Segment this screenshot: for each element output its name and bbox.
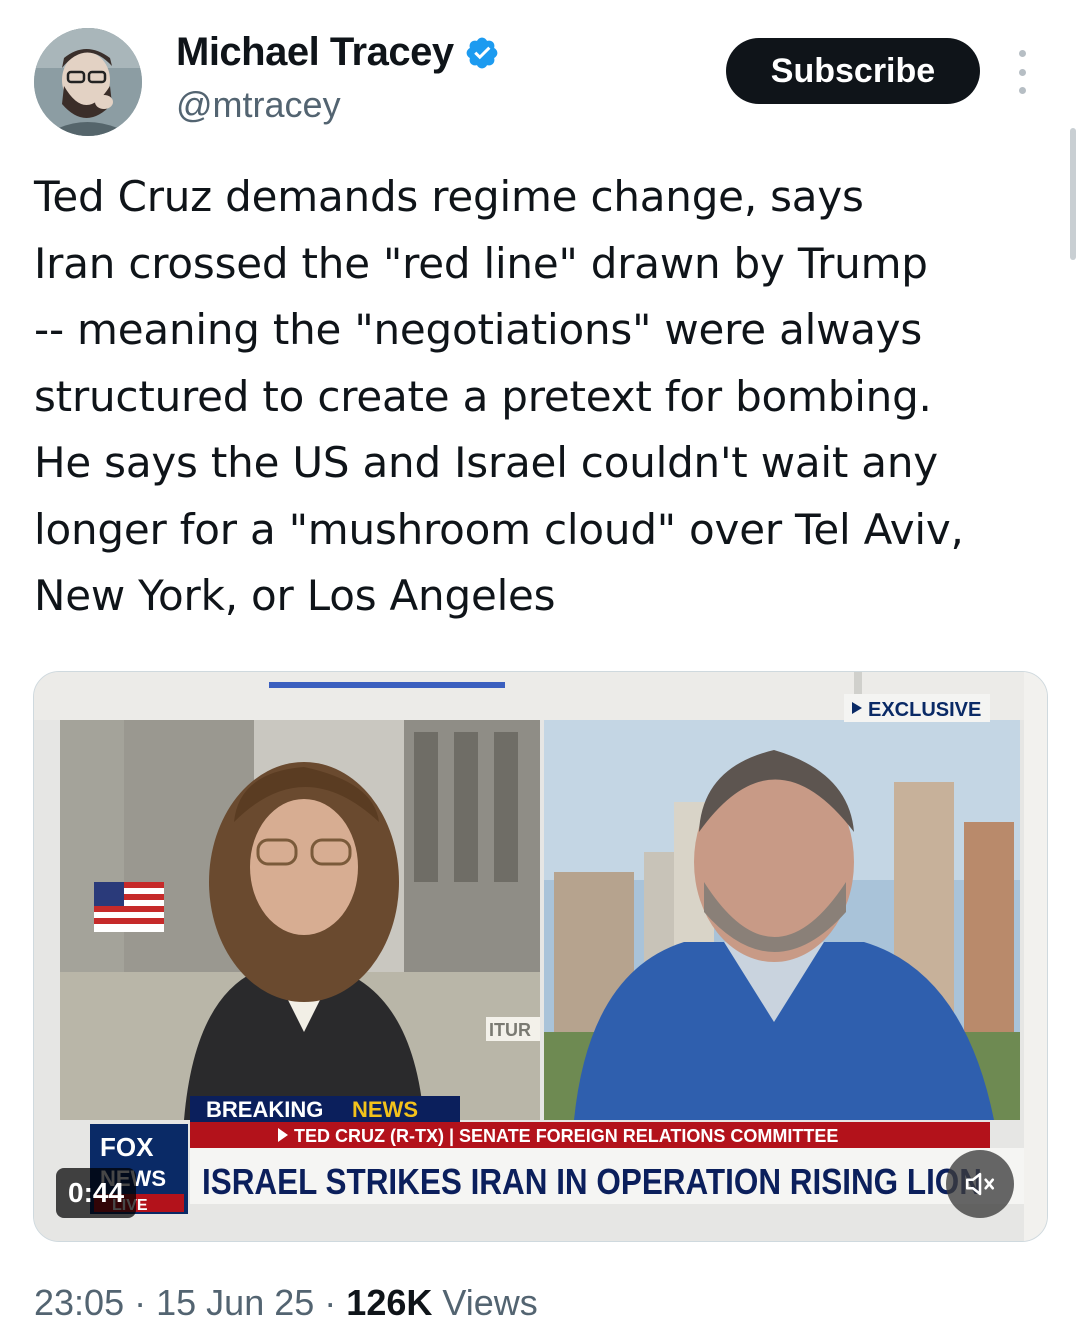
video-frame: ITUR EXCLUSIVE BREAKING NEWS TED CRUZ (R… xyxy=(34,672,1047,1241)
background-sign-text: ITUR xyxy=(489,1020,531,1040)
tweet-time[interactable]: 23:05 xyxy=(34,1282,124,1323)
subscribe-button[interactable]: Subscribe xyxy=(726,38,980,104)
meta-separator: · xyxy=(324,1282,337,1323)
breaking-label: BREAKING xyxy=(206,1097,323,1122)
right-video-panel xyxy=(544,720,1020,1120)
lower-third-headline: ISRAEL STRIKES IRAN IN OPERATION RISING … xyxy=(202,1161,982,1202)
verified-badge-icon xyxy=(466,37,497,68)
news-label: NEWS xyxy=(352,1097,418,1122)
meta-separator: · xyxy=(134,1282,147,1323)
author-avatar[interactable] xyxy=(34,28,142,136)
mute-toggle[interactable] xyxy=(946,1150,1014,1218)
tweet-text: Ted Cruz demands regime change, says Ira… xyxy=(34,172,964,620)
video-player[interactable]: ITUR EXCLUSIVE BREAKING NEWS TED CRUZ (R… xyxy=(33,671,1048,1242)
speaker-muted-icon xyxy=(965,1172,995,1196)
author-name-row[interactable]: Michael Tracey xyxy=(176,30,500,75)
tweet-meta: 23:05 · 15 Jun 25 · 126K Views xyxy=(34,1282,538,1324)
video-timestamp: 0:44 xyxy=(56,1168,137,1218)
author-display-name[interactable]: Michael Tracey xyxy=(176,30,454,75)
left-video-panel: ITUR xyxy=(60,720,540,1120)
views-count: 126K xyxy=(346,1282,433,1323)
tweet-date[interactable]: 15 Jun 25 xyxy=(156,1282,314,1323)
lower-third-subtitle: TED CRUZ (R-TX) | SENATE FOREIGN RELATIO… xyxy=(294,1126,838,1146)
network-logo-top: FOX xyxy=(100,1132,154,1162)
scrollbar[interactable] xyxy=(1070,128,1076,260)
exclusive-tag: EXCLUSIVE xyxy=(868,699,981,721)
more-options-icon[interactable] xyxy=(1010,50,1034,94)
author-handle[interactable]: @mtracey xyxy=(176,84,341,126)
views-label: Views xyxy=(442,1282,538,1323)
